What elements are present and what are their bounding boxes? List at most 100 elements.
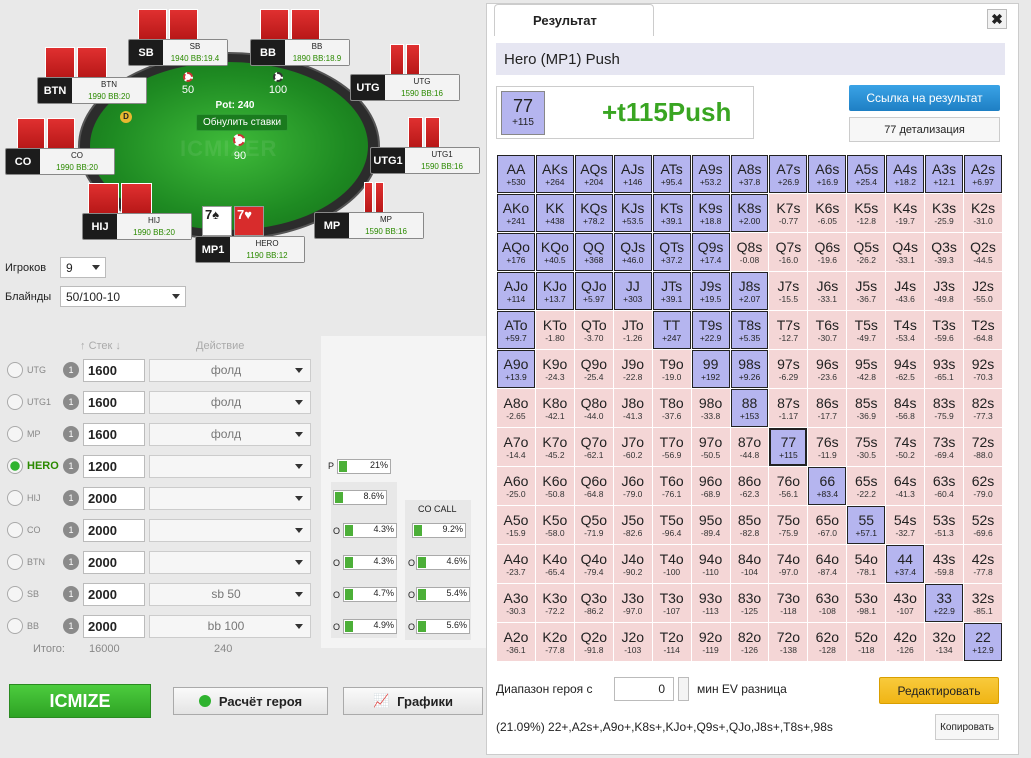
- hand-cell[interactable]: K8o -42.1: [535, 389, 574, 427]
- hand-cell[interactable]: A8s +37.8: [730, 155, 769, 193]
- hand-cell[interactable]: Q9s +17.4: [691, 233, 730, 271]
- hand-cell[interactable]: KJo +13.7: [535, 272, 574, 310]
- range-box[interactable]: 4.9%: [343, 619, 397, 634]
- hand-cell[interactable]: K2s -31.0: [964, 194, 1002, 232]
- hand-cell[interactable]: 62o -128: [808, 623, 847, 661]
- player-radio[interactable]: [7, 490, 23, 506]
- hand-cell[interactable]: A5o -15.9: [497, 506, 535, 544]
- hand-cell[interactable]: 53s -51.3: [925, 506, 964, 544]
- hand-cell[interactable]: 44 +37.4: [886, 545, 925, 583]
- hand-cell[interactable]: J7s -15.5: [769, 272, 808, 310]
- range-box[interactable]: 4.7%: [343, 587, 397, 602]
- push-percent[interactable]: 21%: [337, 459, 391, 474]
- hand-cell[interactable]: A5s +25.4: [847, 155, 886, 193]
- hand-cell[interactable]: 93s -65.1: [925, 350, 964, 388]
- hand-cell[interactable]: Q7o -62.1: [574, 428, 613, 466]
- action-select[interactable]: фолд: [149, 422, 311, 446]
- hand-cell[interactable]: QQ +368: [574, 233, 613, 271]
- stack-input[interactable]: 1200: [83, 454, 145, 478]
- player-radio[interactable]: [7, 394, 23, 410]
- graphs-button[interactable]: 📈 Графики: [343, 687, 483, 715]
- hand-cell[interactable]: T5s -49.7: [847, 311, 886, 349]
- hand-cell[interactable]: 73o -118: [769, 584, 808, 622]
- icmize-button[interactable]: ICMIZE: [9, 684, 151, 718]
- stack-input[interactable]: 1600: [83, 422, 145, 446]
- player-radio[interactable]: [7, 362, 23, 378]
- hand-cell[interactable]: 98s +9.26: [730, 350, 769, 388]
- player-radio[interactable]: [7, 586, 23, 602]
- min-ev-input[interactable]: 0: [614, 677, 674, 701]
- hand-cell[interactable]: Q5s -26.2: [847, 233, 886, 271]
- hand-cell[interactable]: Q3s -39.3: [925, 233, 964, 271]
- hand-cell[interactable]: 99 +192: [691, 350, 730, 388]
- hand-cell[interactable]: J2o -103: [613, 623, 652, 661]
- hand-cell[interactable]: KTo -1.80: [535, 311, 574, 349]
- hand-cell[interactable]: Q6o -64.8: [574, 467, 613, 505]
- hand-cell[interactable]: JTo -1.26: [613, 311, 652, 349]
- player-radio[interactable]: [7, 426, 23, 442]
- hand-cell[interactable]: K7s -0.77: [769, 194, 808, 232]
- hand-cell[interactable]: K9o -24.3: [535, 350, 574, 388]
- hand-cell[interactable]: T4s -53.4: [886, 311, 925, 349]
- close-button[interactable]: ✖: [987, 9, 1007, 29]
- hand-cell[interactable]: KQs +78.2: [574, 194, 613, 232]
- hand-cell[interactable]: K6s -6.05: [808, 194, 847, 232]
- hand-cell[interactable]: JJ +303: [613, 272, 652, 310]
- hand-cell[interactable]: 96o -68.9: [691, 467, 730, 505]
- hand-cell[interactable]: J7o -60.2: [613, 428, 652, 466]
- hand-cell[interactable]: K3s -25.9: [925, 194, 964, 232]
- hand-cell[interactable]: 92s -70.3: [964, 350, 1002, 388]
- hand-cell[interactable]: 74s -50.2: [886, 428, 925, 466]
- hand-cell[interactable]: KTs +39.1: [652, 194, 691, 232]
- range-box[interactable]: 5.4%: [416, 587, 470, 602]
- hand-cell[interactable]: AA +530: [497, 155, 535, 193]
- hand-cell[interactable]: J4o -90.2: [613, 545, 652, 583]
- hand-cell[interactable]: JTs +39.1: [652, 272, 691, 310]
- hand-cell[interactable]: 64s -41.3: [886, 467, 925, 505]
- hand-cell[interactable]: J6s -33.1: [808, 272, 847, 310]
- player-radio[interactable]: [7, 554, 23, 570]
- player-radio[interactable]: [7, 458, 23, 474]
- hand-cell[interactable]: Q9o -25.4: [574, 350, 613, 388]
- hand-cell[interactable]: 85s -36.9: [847, 389, 886, 427]
- hand-cell[interactable]: QTs +37.2: [652, 233, 691, 271]
- hand-cell[interactable]: J2s -55.0: [964, 272, 1002, 310]
- hand-cell[interactable]: K5o -58.0: [535, 506, 574, 544]
- hand-cell[interactable]: 75o -75.9: [769, 506, 808, 544]
- hand-cell[interactable]: T3s -59.6: [925, 311, 964, 349]
- hand-cell[interactable]: 43s -59.8: [925, 545, 964, 583]
- hand-cell[interactable]: A6s +16.9: [808, 155, 847, 193]
- hand-cell[interactable]: 52o -118: [847, 623, 886, 661]
- hand-cell[interactable]: J8s +2.07: [730, 272, 769, 310]
- hand-cell[interactable]: 95o -89.4: [691, 506, 730, 544]
- hand-cell[interactable]: K5s -12.8: [847, 194, 886, 232]
- hand-cell[interactable]: TT +247: [652, 311, 691, 349]
- hand-cell[interactable]: 77 +115: [769, 428, 808, 466]
- tab-result[interactable]: Результат: [494, 4, 654, 36]
- hand-cell[interactable]: A8o -2.65: [497, 389, 535, 427]
- action-select[interactable]: [149, 518, 311, 542]
- players-select[interactable]: 9: [60, 257, 106, 278]
- hand-cell[interactable]: T5o -96.4: [652, 506, 691, 544]
- edit-button[interactable]: Редактировать: [879, 677, 999, 704]
- hand-cell[interactable]: 84o -104: [730, 545, 769, 583]
- hand-cell[interactable]: QTo -3.70: [574, 311, 613, 349]
- hand-cell[interactable]: 52s -69.6: [964, 506, 1002, 544]
- hand-cell[interactable]: Q4o -79.4: [574, 545, 613, 583]
- hand-cell[interactable]: 55 +57.1: [847, 506, 886, 544]
- hand-cell[interactable]: 83s -75.9: [925, 389, 964, 427]
- hand-cell[interactable]: T8o -37.6: [652, 389, 691, 427]
- stack-input[interactable]: 1600: [83, 390, 145, 414]
- stack-input[interactable]: 2000: [83, 518, 145, 542]
- hand-cell[interactable]: K4o -65.4: [535, 545, 574, 583]
- stack-input[interactable]: 2000: [83, 582, 145, 606]
- hand-cell[interactable]: 72o -138: [769, 623, 808, 661]
- action-select[interactable]: [149, 486, 311, 510]
- hand-cell[interactable]: 66 +83.4: [808, 467, 847, 505]
- hand-cell[interactable]: KQo +40.5: [535, 233, 574, 271]
- hand-cell[interactable]: KK +438: [535, 194, 574, 232]
- hand-cell[interactable]: A2o -36.1: [497, 623, 535, 661]
- hand-cell[interactable]: A7o -14.4: [497, 428, 535, 466]
- hand-cell[interactable]: QJo +5.97: [574, 272, 613, 310]
- hand-cell[interactable]: 74o -97.0: [769, 545, 808, 583]
